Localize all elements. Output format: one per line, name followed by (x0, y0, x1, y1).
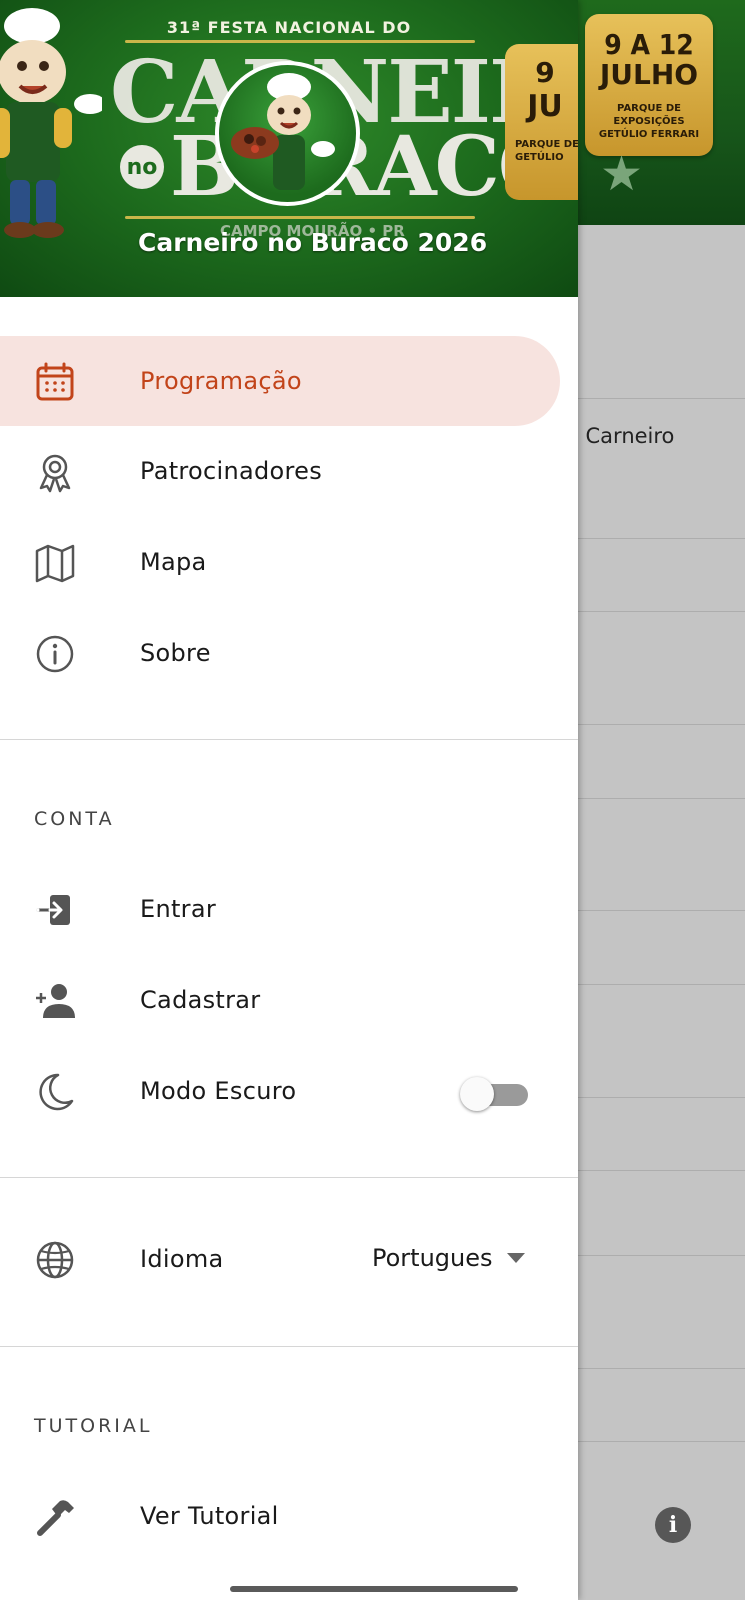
background-date-badge: 9 A 12 JULHO PARQUE DE EXPOSIÇÕES GETÚLI… (585, 14, 713, 156)
banner-venue: PARQUE DE GETÚLIO (515, 139, 578, 163)
moon-icon (39, 1073, 74, 1111)
background-date-month: JULHO (599, 58, 699, 91)
calendar-icon (36, 362, 74, 401)
banner-rule (125, 216, 475, 219)
banner-date-day: 9 (535, 56, 555, 89)
menu-item-label: Entrar (140, 895, 217, 923)
menu-item-label: Sobre (140, 639, 211, 667)
background-divider (578, 1368, 745, 1369)
navigation-drawer: 31ª FESTA NACIONAL DO CARNEIRO no BURACO… (0, 0, 578, 1600)
chevron-down-icon (506, 1253, 525, 1263)
menu-item-label: Mapa (140, 548, 207, 576)
divider (0, 1346, 578, 1347)
section-header-tutorial: TUTORIAL (34, 1415, 153, 1437)
divider (0, 739, 578, 740)
dark-mode-toggle[interactable] (460, 1077, 530, 1111)
info-icon (36, 635, 74, 673)
background-divider (578, 1097, 745, 1098)
mascot-illustration (0, 8, 102, 238)
menu-item-patrocinadores[interactable]: Patrocinadores (0, 426, 560, 516)
menu-item-programacao[interactable]: Programação (0, 336, 560, 426)
drawer-header: 31ª FESTA NACIONAL DO CARNEIRO no BURACO… (0, 0, 578, 297)
background-divider (578, 1441, 745, 1442)
menu-item-mapa[interactable]: Mapa (0, 517, 560, 607)
background-divider (578, 984, 745, 985)
background-divider (578, 1170, 745, 1171)
banner-name-no: no (120, 145, 164, 189)
background-divider (578, 910, 745, 911)
background-divider (578, 798, 745, 799)
mascot-icon (231, 73, 335, 190)
language-select[interactable]: Portugues (372, 1236, 525, 1280)
menu-item-entrar[interactable]: Entrar (0, 864, 560, 954)
banner-date-month: JU (527, 89, 563, 124)
section-header-conta: CONTA (34, 808, 115, 830)
award-ribbon-icon (39, 454, 71, 493)
menu-item-ver-tutorial[interactable]: Ver Tutorial (0, 1471, 560, 1561)
background-divider (578, 724, 745, 725)
home-indicator[interactable] (230, 1586, 518, 1592)
language-selected-value: Portugues (372, 1244, 493, 1272)
menu-item-label: Modo Escuro (140, 1077, 297, 1105)
banner-date-badge: 9 JU PARQUE DE GETÚLIO (505, 44, 578, 200)
app-title: Carneiro no Buraco 2026 (138, 228, 488, 257)
background-divider (578, 611, 745, 612)
info-icon[interactable]: i (655, 1507, 691, 1543)
background-divider (578, 1255, 745, 1256)
menu-item-sobre[interactable]: Sobre (0, 608, 560, 698)
menu-item-cadastrar[interactable]: Cadastrar (0, 955, 560, 1045)
hammer-icon (37, 1500, 74, 1536)
background-venue: PARQUE DE EXPOSIÇÕES GETÚLIO FERRARI (598, 103, 700, 140)
globe-icon (36, 1241, 74, 1279)
star-icon: ★ (600, 146, 644, 202)
menu-item-label: Ver Tutorial (140, 1502, 279, 1530)
background-event-title[interactable]: o Carneiro (566, 424, 674, 448)
menu-item-label: Patrocinadores (140, 457, 323, 485)
toggle-knob (460, 1077, 494, 1111)
divider (0, 1177, 578, 1178)
background-divider (578, 398, 745, 399)
menu-item-label: Programação (140, 367, 302, 395)
map-icon (35, 544, 75, 583)
add-user-icon (36, 984, 75, 1018)
app-logo-avatar (215, 61, 360, 206)
login-icon (36, 895, 70, 925)
language-label: Idioma (140, 1245, 224, 1273)
background-date-days: 9 A 12 (604, 28, 694, 61)
menu-item-label: Cadastrar (140, 986, 261, 1014)
background-divider (578, 538, 745, 539)
